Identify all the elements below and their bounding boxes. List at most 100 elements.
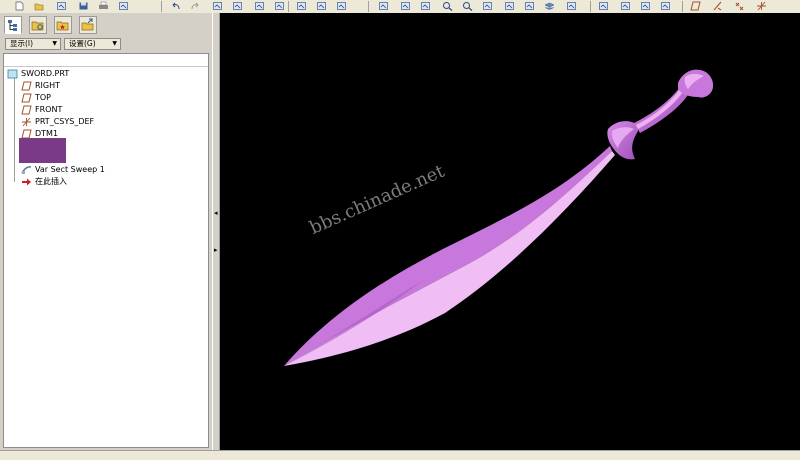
new-file-icon [15, 1, 24, 11]
show-menu-button[interactable]: 显示(I) ▼ [5, 38, 61, 50]
show-menu-label: 显示(I) [10, 39, 34, 48]
curve-button[interactable] [400, 1, 411, 11]
paste-button[interactable] [254, 1, 265, 11]
csys-button[interactable] [756, 1, 767, 11]
main-toolbar [0, 0, 800, 14]
toolbar-separator [288, 1, 289, 12]
view-manager-button[interactable] [524, 1, 535, 11]
datum-points-icon [735, 2, 744, 11]
model-tree-header [4, 54, 208, 67]
refit-button[interactable] [482, 1, 493, 11]
tree-item-label: FRONT [35, 105, 63, 114]
history-tab[interactable] [79, 16, 97, 34]
print-button[interactable] [98, 1, 109, 11]
save-button[interactable] [78, 1, 89, 11]
regenerate-button[interactable] [296, 1, 307, 11]
open-folder-icon [34, 3, 44, 11]
hidden-line-icon [621, 2, 630, 10]
datum-plane-icon [21, 81, 32, 91]
no-hidden-icon [641, 2, 650, 10]
undo-icon [172, 2, 180, 10]
tree-item-label: PRT_CSYS_DEF [35, 117, 95, 126]
coordinate-system-icon [21, 117, 32, 127]
no-hidden-button[interactable] [640, 1, 651, 11]
datum-axes-icon [713, 1, 722, 11]
spin-button[interactable] [420, 1, 431, 11]
favorites-tab[interactable] [54, 16, 72, 34]
model-tree-icon [8, 20, 17, 31]
settings-menu-button[interactable]: 设置(G) ▼ [64, 38, 121, 50]
save-icon [79, 2, 88, 10]
cut-button[interactable] [212, 1, 223, 11]
appearance-icon [567, 2, 576, 10]
wireframe-icon [661, 2, 670, 10]
sketch-button[interactable] [378, 1, 389, 11]
tree-menu-bar: 显示(I) ▼ 设置(G) ▼ [0, 36, 212, 53]
toolbar-separator [368, 1, 369, 12]
shading-button[interactable] [598, 1, 609, 11]
navigator-tabs [0, 13, 212, 36]
wireframe-button[interactable] [660, 1, 671, 11]
sword-pommel [678, 69, 714, 98]
selected-feature-highlight[interactable] [19, 138, 66, 163]
open-from-list-button[interactable] [56, 1, 67, 11]
chevron-down-icon: ▼ [112, 40, 117, 47]
paste-icon [255, 2, 264, 10]
paste-special-icon [275, 2, 284, 10]
sketch-icon [379, 2, 388, 10]
model-tree: SWORD.PRT RIGHT TOP FRONT PRT_CSYS_DEF D… [3, 53, 209, 448]
folder-browser-icon [31, 21, 44, 31]
email-button[interactable] [118, 1, 129, 11]
refit-icon [483, 2, 492, 10]
undo-button[interactable] [170, 1, 181, 11]
toolbar-separator [682, 1, 683, 12]
graphics-viewport[interactable]: bbs.chinade.net [220, 13, 800, 450]
folder-browser-tab[interactable] [29, 16, 47, 34]
shading-icon [599, 2, 608, 10]
chevron-down-icon: ▼ [52, 40, 57, 47]
copy-button[interactable] [232, 1, 243, 11]
selection-box-icon [337, 2, 346, 10]
paste-special-button[interactable] [274, 1, 285, 11]
history-icon [81, 18, 94, 31]
redo-button[interactable] [190, 1, 201, 11]
hidden-line-button[interactable] [620, 1, 631, 11]
copy-icon [233, 2, 242, 10]
toolbar-separator [161, 1, 162, 12]
datum-axes-button[interactable] [712, 1, 723, 11]
sweep-feature-icon [21, 165, 32, 175]
reorient-icon [505, 2, 514, 10]
datum-plane-icon [21, 105, 32, 115]
layers-button[interactable] [544, 1, 555, 11]
open-folder-button[interactable] [34, 1, 45, 11]
regenerate-icon [297, 2, 306, 10]
zoom-in-button[interactable] [442, 1, 453, 11]
datum-planes-icon [690, 1, 701, 11]
email-icon [119, 2, 128, 10]
zoom-out-button[interactable] [462, 1, 473, 11]
open-from-list-icon [57, 2, 66, 10]
part-icon [7, 69, 18, 79]
insert-here-label: 在此插入 [35, 177, 67, 186]
model-tree-tab[interactable] [4, 16, 22, 34]
datum-planes-button[interactable] [690, 1, 701, 11]
redo-icon [191, 2, 199, 10]
tree-connector [14, 78, 15, 182]
window-button[interactable] [316, 1, 327, 11]
insert-arrow-icon [21, 177, 32, 187]
tree-item-label: Var Sect Sweep 1 [35, 165, 105, 174]
blade-upper-face [284, 146, 612, 366]
collapse-left-icon[interactable]: ◂ [214, 209, 218, 217]
panel-splitter[interactable]: ◂ ▸ [212, 13, 220, 450]
selection-box-button[interactable] [336, 1, 347, 11]
appearance-button[interactable] [566, 1, 577, 11]
print-icon [99, 1, 108, 9]
expand-right-icon[interactable]: ▸ [214, 246, 218, 254]
datum-points-button[interactable] [734, 1, 745, 11]
toolbar-separator [590, 1, 591, 12]
datum-plane-icon [21, 93, 32, 103]
reorient-button[interactable] [504, 1, 515, 11]
new-file-button[interactable] [14, 1, 25, 11]
tree-root-label: SWORD.PRT [21, 69, 70, 78]
csys-icon [757, 1, 766, 11]
